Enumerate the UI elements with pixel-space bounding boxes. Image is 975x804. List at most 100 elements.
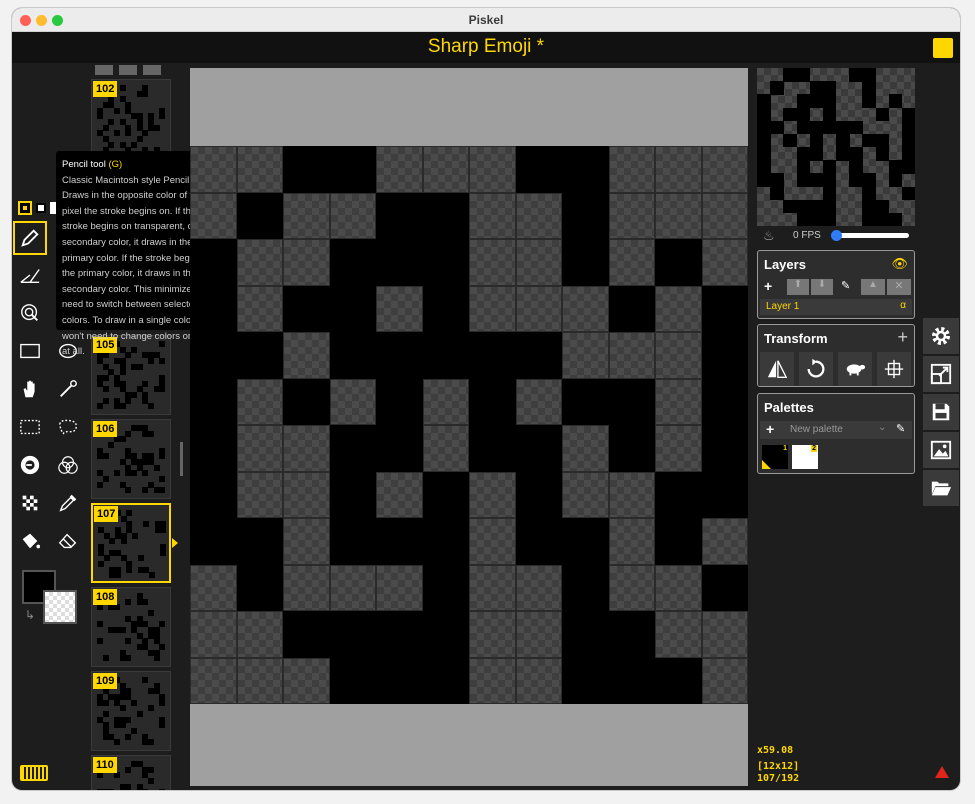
pixel-cell[interactable]: [701, 192, 748, 239]
pixel-cell[interactable]: [236, 239, 283, 286]
pixel-cell[interactable]: [608, 192, 655, 239]
pixel-cell[interactable]: [236, 378, 283, 425]
palette-color-2[interactable]: 2: [792, 445, 818, 469]
pixel-cell[interactable]: [376, 657, 423, 704]
pixel-cell[interactable]: [701, 378, 748, 425]
pixel-cell[interactable]: [329, 657, 376, 704]
pixel-cell[interactable]: [562, 146, 609, 193]
pixel-cell[interactable]: [608, 471, 655, 518]
pixel-cell[interactable]: [701, 146, 748, 193]
pixel-cell[interactable]: [701, 564, 748, 611]
pixel-cell[interactable]: [236, 611, 283, 658]
pixel-cell[interactable]: [562, 285, 609, 332]
pixel-cell[interactable]: [608, 657, 655, 704]
delete-layer-button[interactable]: ✕: [887, 279, 911, 295]
pixel-cell[interactable]: [190, 611, 237, 658]
onion-skin-icon[interactable]: ♨: [763, 228, 775, 244]
pixel-cell[interactable]: [701, 611, 748, 658]
pixel-cell[interactable]: [515, 192, 562, 239]
rectangle-tool[interactable]: [13, 334, 47, 368]
edit-palette-button[interactable]: ✎: [896, 422, 905, 435]
pixel-cell[interactable]: [190, 332, 237, 379]
pixel-cell[interactable]: [562, 518, 609, 565]
frame-thumbnail[interactable]: 106: [91, 419, 171, 499]
pixel-cell[interactable]: [562, 425, 609, 472]
pixel-cell[interactable]: [515, 425, 562, 472]
pixel-cell[interactable]: [376, 518, 423, 565]
pixel-cell[interactable]: [701, 285, 748, 332]
pixel-cell[interactable]: [422, 518, 469, 565]
pixel-cell[interactable]: [190, 285, 237, 332]
pixel-cell[interactable]: [469, 378, 516, 425]
import-button[interactable]: [923, 470, 959, 506]
pencil-tool[interactable]: [13, 221, 47, 255]
pixel-cell[interactable]: [236, 192, 283, 239]
pixel-cell[interactable]: [329, 239, 376, 286]
pixel-cell[interactable]: [422, 611, 469, 658]
pixel-cell[interactable]: [655, 285, 702, 332]
pixel-cell[interactable]: [376, 471, 423, 518]
pixel-cell[interactable]: [283, 611, 330, 658]
pixel-cell[interactable]: [329, 611, 376, 658]
move-layer-up-button[interactable]: ⬆: [787, 279, 809, 295]
pixel-cell[interactable]: [283, 192, 330, 239]
pixel-cell[interactable]: [283, 657, 330, 704]
frame-thumbnail[interactable]: 110: [91, 755, 171, 790]
pixel-cell[interactable]: [329, 285, 376, 332]
pixel-cell[interactable]: [701, 518, 748, 565]
pixel-cell[interactable]: [469, 611, 516, 658]
move-layer-down-button[interactable]: ⬇: [811, 279, 833, 295]
pixel-cell[interactable]: [422, 146, 469, 193]
palette-color-1[interactable]: 1: [762, 445, 788, 469]
pixel-cell[interactable]: [469, 332, 516, 379]
pixel-cell[interactable]: [608, 239, 655, 286]
pixel-cell[interactable]: [283, 378, 330, 425]
pixel-cell[interactable]: [469, 564, 516, 611]
pixel-cell[interactable]: [469, 146, 516, 193]
merge-layer-button[interactable]: ▲: [861, 279, 885, 295]
pixel-cell[interactable]: [236, 518, 283, 565]
pixel-cell[interactable]: [329, 192, 376, 239]
pixel-cell[interactable]: [283, 425, 330, 472]
pixel-cell[interactable]: [515, 285, 562, 332]
pixel-cell[interactable]: [469, 518, 516, 565]
pixel-cell[interactable]: [608, 146, 655, 193]
pixel-cell[interactable]: [236, 146, 283, 193]
pen-size-1[interactable]: [18, 201, 32, 215]
sprite-title[interactable]: Sharp Emoji *: [12, 36, 960, 58]
pixel-cell[interactable]: [190, 192, 237, 239]
layer-alpha[interactable]: α: [900, 300, 906, 311]
new-sprite-button[interactable]: [933, 38, 953, 58]
pixel-cell[interactable]: [236, 332, 283, 379]
drawing-canvas-area[interactable]: [190, 68, 748, 786]
pixel-cell[interactable]: [701, 425, 748, 472]
pixel-cell[interactable]: [515, 146, 562, 193]
pixel-cell[interactable]: [422, 239, 469, 286]
pixel-cell[interactable]: [329, 425, 376, 472]
pixel-cell[interactable]: [283, 332, 330, 379]
pixel-cell[interactable]: [608, 285, 655, 332]
pixel-cell[interactable]: [190, 425, 237, 472]
pixel-cell[interactable]: [190, 657, 237, 704]
pen-size-2[interactable]: [36, 203, 46, 213]
pixel-cell[interactable]: [329, 146, 376, 193]
keyboard-shortcuts-icon[interactable]: [20, 765, 48, 781]
layer-row[interactable]: Layer 1 α: [760, 299, 912, 315]
pixel-cell[interactable]: [608, 425, 655, 472]
pixel-cell[interactable]: [376, 146, 423, 193]
save-button[interactable]: [923, 394, 959, 430]
rename-layer-button[interactable]: ✎: [841, 279, 850, 292]
warning-icon[interactable]: [935, 766, 949, 778]
swap-colors-icon[interactable]: ↳: [25, 608, 35, 622]
pixel-cell[interactable]: [562, 564, 609, 611]
pixel-cell[interactable]: [283, 239, 330, 286]
pixel-cell[interactable]: [655, 239, 702, 286]
pixel-cell[interactable]: [329, 332, 376, 379]
pixel-cell[interactable]: [701, 471, 748, 518]
pixel-cell[interactable]: [608, 378, 655, 425]
pixel-cell[interactable]: [283, 518, 330, 565]
fps-slider-thumb[interactable]: [831, 230, 842, 241]
pixel-cell[interactable]: [562, 657, 609, 704]
secondary-color-swatch[interactable]: [43, 590, 77, 624]
pixel-cell[interactable]: [469, 657, 516, 704]
